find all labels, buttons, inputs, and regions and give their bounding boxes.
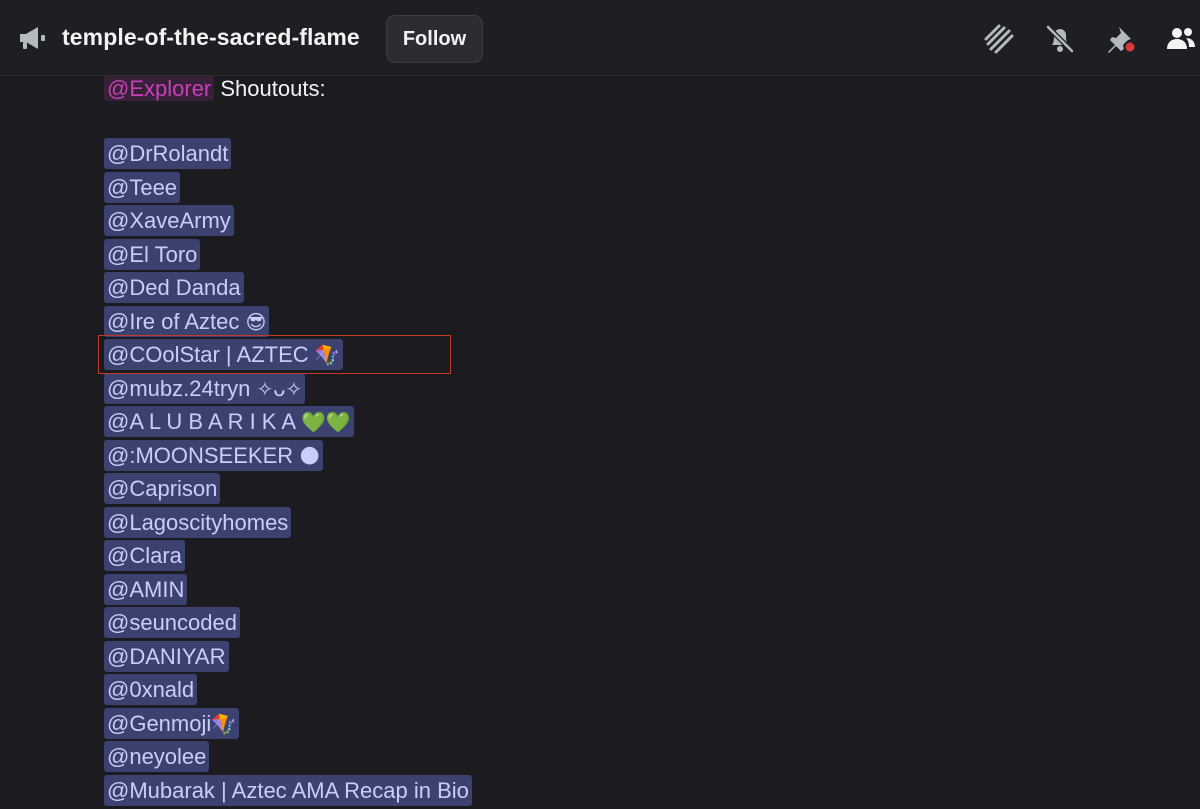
user-mention[interactable]: @seuncoded xyxy=(104,607,240,638)
megaphone-icon xyxy=(16,24,48,52)
mute-bell-icon[interactable] xyxy=(1043,22,1077,56)
user-mention[interactable]: @AMIN xyxy=(104,573,188,605)
user-mention[interactable]: @Mubarak | Aztec AMA Recap in Bio xyxy=(104,774,472,806)
user-mention[interactable]: @:MOONSEEKER 🌑 xyxy=(104,439,324,471)
user-mention[interactable]: @Ire of Aztec 😎 xyxy=(104,305,270,337)
user-mention[interactable]: @El Toro xyxy=(104,238,201,270)
user-mention[interactable]: @Genmoji🪁 xyxy=(104,707,240,739)
user-mention[interactable]: @0xnald xyxy=(104,674,198,705)
user-mention[interactable]: @Ded Danda xyxy=(104,272,244,303)
user-mention[interactable]: @neyolee xyxy=(104,741,210,772)
message-intro: @Explorer Shoutouts: xyxy=(104,76,326,102)
pin-icon[interactable] xyxy=(1104,22,1138,56)
user-mention[interactable]: @Lagoscityhomes xyxy=(104,506,292,538)
user-mention[interactable]: @DrRolandt xyxy=(104,138,232,169)
user-mention[interactable]: @A L U B A R I K A 💚💚 xyxy=(104,406,354,437)
role-mention-explorer[interactable]: @Explorer xyxy=(104,76,215,101)
intro-text: Shoutouts: xyxy=(214,76,326,101)
threads-icon[interactable] xyxy=(982,22,1016,56)
user-mention[interactable]: @Clara xyxy=(104,540,185,571)
user-mention[interactable]: @COolStar | AZTEC 🪁 xyxy=(104,339,343,370)
channel-name: temple-of-the-sacred-flame xyxy=(62,24,360,50)
user-mention[interactable]: @XaveArmy xyxy=(104,205,234,236)
follow-button[interactable]: Follow xyxy=(386,15,483,63)
user-mention[interactable]: @Teee xyxy=(104,171,181,203)
user-mention[interactable]: @mubz.24tryn ✧ᴗ✧ xyxy=(104,372,306,404)
members-icon[interactable] xyxy=(1164,22,1198,56)
user-mention[interactable]: @Caprison xyxy=(104,473,221,504)
user-mention[interactable]: @DANIYAR xyxy=(104,640,229,672)
channel-header: temple-of-the-sacred-flame Follow xyxy=(0,0,1200,76)
